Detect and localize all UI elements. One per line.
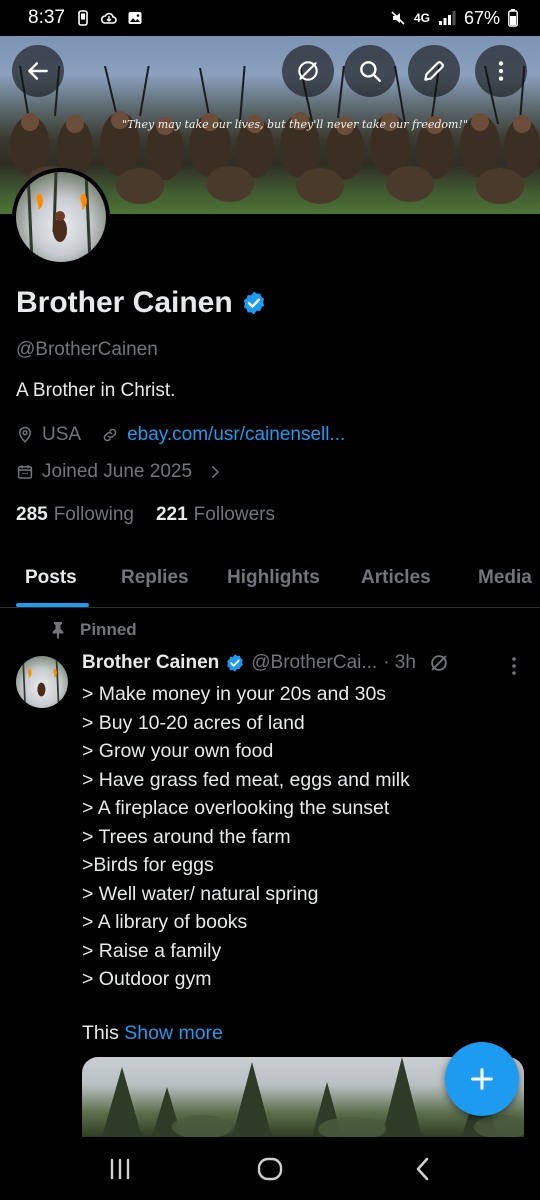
chevron-right-icon <box>212 466 220 478</box>
post-line: > Make money in your 20s and 30s <box>82 683 387 705</box>
post-line: > Grow your own food <box>82 740 274 762</box>
post-author-avatar[interactable] <box>16 656 68 708</box>
post-line: > Well water/ natural spring <box>82 882 319 905</box>
compose-post-button[interactable] <box>445 1042 519 1116</box>
post-line: > Trees around the farm <box>82 825 291 848</box>
signal-icon <box>438 11 456 25</box>
back-button[interactable] <box>12 45 64 97</box>
show-more-link[interactable]: Show more <box>124 1022 223 1044</box>
system-navigation-bar <box>0 1137 540 1200</box>
post-author-name[interactable]: Brother Cainen <box>82 652 219 674</box>
location-pin-icon <box>18 426 32 443</box>
battery-percent: 67% <box>463 7 500 28</box>
arrow-left-icon <box>28 62 48 80</box>
battery-icon <box>508 9 518 27</box>
post-line: > Have grass fed meat, eggs and milk <box>82 768 410 791</box>
post-tail-text: This <box>82 1022 119 1044</box>
profile-tabs: Posts Replies Highlights Articles Media <box>0 555 540 608</box>
grok-icon[interactable] <box>428 652 450 674</box>
home-button[interactable] <box>255 1155 285 1183</box>
pencil-icon <box>424 61 444 81</box>
tab-articles[interactable]: Articles <box>361 567 431 589</box>
pinned-label: Pinned <box>80 620 137 639</box>
pinned-indicator: Pinned <box>50 620 137 640</box>
tab-media[interactable]: Media <box>478 567 532 589</box>
home-icon <box>257 1157 283 1181</box>
post-line: >Birds for eggs <box>82 854 214 876</box>
post-author-handle[interactable]: @BrotherCai... <box>251 652 377 674</box>
pin-icon <box>52 622 64 639</box>
follow-stats: 285 Following 221 Followers <box>16 504 275 526</box>
status-bar: 8:37 4G 67% <box>0 0 540 36</box>
recents-icon <box>110 1158 130 1180</box>
display-name: Brother Cainen <box>16 286 233 319</box>
post-body: > Make money in your 20s and 30s > Buy 1… <box>82 680 522 994</box>
post-more-options-icon[interactable] <box>502 654 526 678</box>
tab-highlights[interactable]: Highlights <box>227 567 320 589</box>
verified-badge-icon[interactable] <box>241 290 267 316</box>
profile-meta-location-website: USA ebay.com/usr/cainensell... <box>16 424 345 446</box>
phone-icon <box>78 10 88 26</box>
cloud-icon <box>100 12 117 24</box>
back-nav-button[interactable] <box>408 1155 438 1183</box>
post-timestamp[interactable]: · 3h <box>383 652 416 674</box>
banner-quote: "They may take our lives, but they'll ne… <box>122 118 468 131</box>
search-icon <box>360 61 381 82</box>
post-line: > A library of books <box>82 911 248 933</box>
post-header: Brother Cainen @BrotherCai... · 3h <box>82 652 450 674</box>
following-link[interactable]: 285 Following <box>16 504 134 526</box>
followers-label: Followers <box>193 504 275 525</box>
tab-replies[interactable]: Replies <box>121 567 189 589</box>
profile-handle: @BrotherCainen <box>16 339 158 360</box>
calendar-icon <box>17 465 33 479</box>
followers-count: 221 <box>155 504 188 525</box>
mute-icon <box>391 11 405 25</box>
network-label: 4G <box>413 11 430 25</box>
profile-name-row: Brother Cainen <box>16 286 267 320</box>
followers-link[interactable]: 221 Followers <box>156 504 275 526</box>
following-count: 285 <box>16 504 48 525</box>
profile-joined-date: Joined June 2025 <box>42 461 193 482</box>
link-icon <box>103 428 117 442</box>
post-line: > Raise a family <box>82 939 222 962</box>
plus-icon <box>471 1068 493 1090</box>
profile-website-link[interactable]: ebay.com/usr/cainensell... <box>127 424 345 446</box>
post-line: > Buy 10-20 acres of land <box>82 711 305 734</box>
tab-posts[interactable]: Posts <box>25 567 77 589</box>
status-time: 8:37 <box>28 7 65 28</box>
gallery-icon <box>128 12 142 24</box>
profile-avatar[interactable] <box>12 168 110 266</box>
chevron-left-icon <box>416 1157 429 1181</box>
grok-icon <box>298 61 318 81</box>
following-label: Following <box>53 504 134 525</box>
active-tab-indicator <box>16 603 89 607</box>
avatar-image <box>16 172 106 262</box>
recent-apps-button[interactable] <box>105 1155 135 1183</box>
search-button[interactable] <box>344 45 396 97</box>
profile-location: USA <box>42 424 82 445</box>
post-line: > Outdoor gym <box>82 968 212 990</box>
profile-joined-row[interactable]: Joined June 2025 <box>16 461 224 483</box>
edit-button[interactable] <box>408 45 460 97</box>
verified-badge-icon <box>227 654 244 672</box>
grok-button[interactable] <box>282 45 334 97</box>
profile-bio: A Brother in Christ. <box>16 380 176 401</box>
more-vertical-icon <box>498 61 504 81</box>
post-tail: This Show more <box>82 1022 223 1045</box>
more-options-button[interactable] <box>475 45 527 97</box>
post-line: > A fireplace overlooking the sunset <box>82 797 390 819</box>
